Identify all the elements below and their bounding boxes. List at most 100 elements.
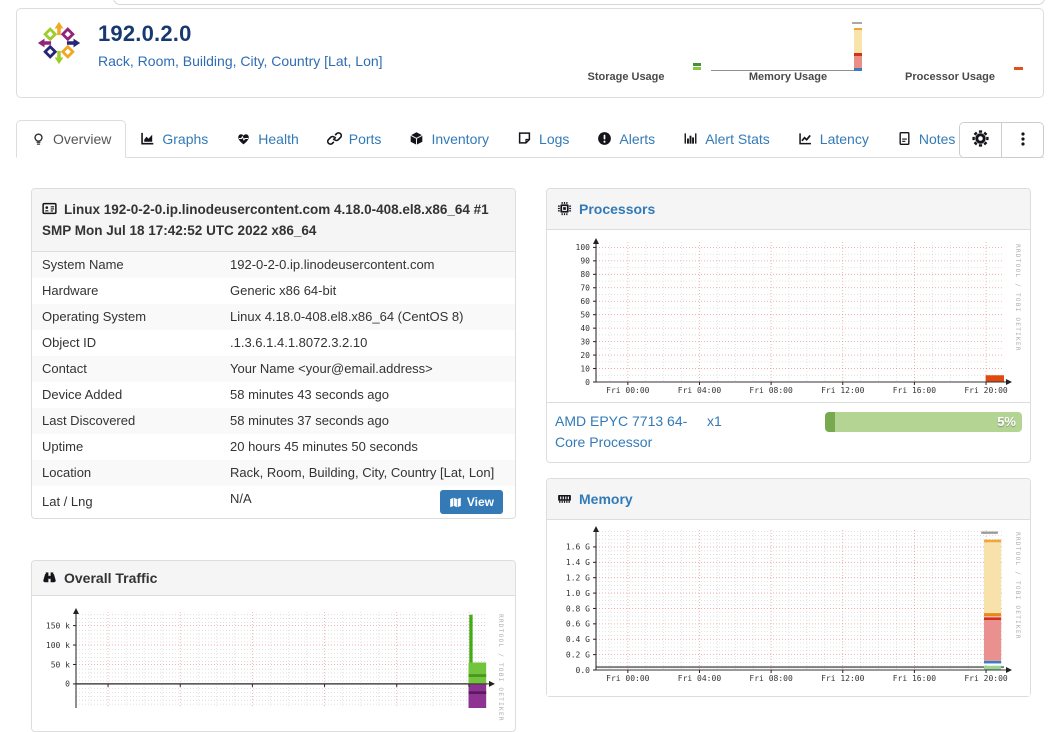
- tab-label: Notes: [918, 130, 956, 147]
- tab-label: Alerts: [619, 130, 656, 147]
- svg-text:Fri 04:00: Fri 04:00: [678, 386, 722, 395]
- processor-usage-minigraph-label[interactable]: Processor Usage: [905, 71, 995, 83]
- table-row: Device Added 58 minutes 43 seconds ago: [32, 382, 515, 408]
- tab-inventory[interactable]: Inventory: [395, 120, 503, 157]
- processors-header[interactable]: Processors: [547, 189, 1030, 230]
- map-icon: [449, 496, 462, 509]
- memory-minigraph-buffers: [854, 68, 862, 71]
- row-label: Location: [42, 465, 92, 480]
- tab-label: Logs: [539, 130, 570, 147]
- latency-icon: [798, 131, 813, 146]
- tab-notes[interactable]: Notes: [883, 120, 970, 157]
- svg-text:1.0 G: 1.0 G: [566, 589, 590, 598]
- svg-text:Fri 08:00: Fri 08:00: [749, 674, 793, 683]
- row-value: .1.3.6.1.4.1.8072.3.2.10: [230, 335, 368, 350]
- graphs-icon: [140, 131, 155, 146]
- memory-graph[interactable]: 0.0 0.2 G 0.4 G 0.6 G 0.8 G 1.0 G 1.2 G 1.4 G 1.…: [547, 520, 1030, 696]
- memory-title: Memory: [579, 491, 633, 507]
- tab-label: Latency: [819, 130, 869, 147]
- svg-text:90: 90: [580, 257, 590, 266]
- microchip-icon: [557, 201, 572, 216]
- address-card-icon: [42, 201, 57, 216]
- alerts-icon: [597, 131, 612, 146]
- binoculars-icon: [42, 570, 57, 585]
- row-label: Lat / Lng: [42, 494, 93, 509]
- svg-text:70: 70: [580, 284, 590, 293]
- storage-minigraph-bar: [693, 67, 701, 70]
- table-row: Lat / Lng View N/A: [32, 486, 515, 518]
- cpu-row: AMD EPYC 7713 64-Core Processor x1 5%: [547, 402, 1030, 462]
- svg-text:Fri 12:00: Fri 12:00: [821, 386, 865, 395]
- svg-text:0.4 G: 0.4 G: [566, 635, 590, 644]
- svg-text:50: 50: [580, 310, 590, 319]
- memory-graph-wrap: 0.0 0.2 G 0.4 G 0.6 G 0.8 G 1.0 G 1.2 G 1.4 G 1.…: [547, 520, 1030, 696]
- processors-graph[interactable]: 0 10 20 30 40 50 60 70 80 90 100 Fri 00:00 Fri 04:00…: [547, 230, 1030, 402]
- svg-text:0.8 G: 0.8 G: [566, 604, 590, 613]
- memory-icon: [557, 491, 572, 506]
- notes-icon: [897, 131, 912, 146]
- svg-text:Fri 04:00: Fri 04:00: [678, 674, 722, 683]
- device-settings-button[interactable]: [960, 123, 1001, 157]
- system-info-panel: Linux 192-0-2-0.ip.linodeusercontent.com…: [31, 188, 516, 519]
- cpu-usage-bar: 5%: [825, 412, 1022, 432]
- svg-text:RRDTOOL / TOBI OETIKER: RRDTOOL / TOBI OETIKER: [1014, 532, 1021, 640]
- tab-alerts[interactable]: Alerts: [583, 120, 669, 157]
- table-row: Uptime 20 hours 45 minutes 50 seconds: [32, 434, 515, 460]
- tab-label: Graphs: [162, 130, 209, 147]
- row-value: Your Name <your@email.address>: [230, 361, 433, 376]
- svg-text:100: 100: [576, 243, 591, 252]
- memory-header[interactable]: Memory: [547, 479, 1030, 520]
- gear-icon: [971, 129, 990, 151]
- logs-icon: [517, 131, 532, 146]
- overall-traffic-title: Overall Traffic: [64, 570, 158, 586]
- svg-text:0.6 G: 0.6 G: [566, 620, 590, 629]
- device-location[interactable]: Rack, Room, Building, City, Country [Lat…: [98, 53, 383, 69]
- svg-text:RRDTOOL / TOBI OETIKER: RRDTOOL / TOBI OETIKER: [497, 614, 504, 722]
- memory-panel: Memory 0.0 0.2 G 0.4 G 0.6 G 0.8 G 1.0 G 1.2 G…: [546, 478, 1031, 697]
- row-value: Linux 4.18.0-408.el8.x86_64 (CentOS 8): [230, 309, 464, 324]
- tab-ports[interactable]: Ports: [313, 120, 396, 157]
- svg-text:0.2 G: 0.2 G: [566, 650, 590, 659]
- tab-label: Ports: [348, 130, 382, 147]
- row-value: 192-0-2-0.ip.linodeusercontent.com: [230, 257, 435, 272]
- cpu-name-link[interactable]: AMD EPYC 7713 64-Core Processor: [555, 411, 707, 453]
- table-row: Contact Your Name <your@email.address>: [32, 356, 515, 382]
- device-tabbar: Overview Graphs Health Ports Inventory Logs Al…: [16, 120, 1044, 158]
- svg-text:30: 30: [580, 337, 590, 346]
- memory-usage-minigraph-label[interactable]: Memory Usage: [749, 71, 827, 83]
- svg-text:Fri 20:00: Fri 20:00: [964, 674, 1008, 683]
- processors-graph-wrap: 0 10 20 30 40 50 60 70 80 90 100 Fri 00:00 Fri 04:00…: [547, 230, 1030, 402]
- svg-text:1.2 G: 1.2 G: [566, 573, 590, 582]
- table-row: Last Discovered 58 minutes 37 seconds ago: [32, 408, 515, 434]
- overall-traffic-graph[interactable]: 0 50 k 100 k 150 k RRDTOOL / TOBI OETIKER: [32, 596, 515, 728]
- cpu-usage-percent: 5%: [997, 414, 1016, 429]
- svg-text:Fri 00:00: Fri 00:00: [606, 386, 650, 395]
- tab-label: Inventory: [431, 130, 490, 147]
- system-description: Linux 192-0-2-0.ip.linodeusercontent.com…: [42, 202, 489, 238]
- svg-text:100 k: 100 k: [46, 641, 70, 650]
- tab-logs[interactable]: Logs: [503, 120, 583, 157]
- tab-health[interactable]: Health: [222, 120, 312, 157]
- tab-graphs[interactable]: Graphs: [126, 120, 222, 157]
- cpu-usage-bar-fill: [825, 412, 835, 432]
- svg-text:RRDTOOL / TOBI OETIKER: RRDTOOL / TOBI OETIKER: [1014, 244, 1021, 352]
- svg-text:1.4 G: 1.4 G: [566, 558, 590, 567]
- overall-traffic-panel: Overall Traffic 0 50 k 100 k 150 k RRDTOOL /…: [31, 560, 516, 732]
- storage-usage-minigraph-label[interactable]: Storage Usage: [587, 71, 664, 83]
- ports-icon: [326, 131, 342, 146]
- tab-overview[interactable]: Overview: [16, 120, 127, 158]
- more-menu-button[interactable]: [1001, 123, 1043, 157]
- table-row: System Name 192-0-2-0.ip.linodeuserconten…: [32, 252, 515, 278]
- memory-minigraph-total-dash: [852, 22, 862, 24]
- view-location-button[interactable]: View: [439, 490, 503, 514]
- tab-latency[interactable]: Latency: [784, 120, 883, 157]
- tab-alert-stats[interactable]: Alert Stats: [669, 120, 784, 157]
- row-value: View N/A: [220, 486, 515, 518]
- svg-text:40: 40: [580, 324, 590, 333]
- svg-text:0: 0: [65, 680, 70, 689]
- centos-logo-icon: [37, 21, 81, 65]
- cpu-count: x1: [707, 413, 722, 429]
- table-row: Object ID .1.3.6.1.4.1.8072.3.2.10: [32, 330, 515, 356]
- health-icon: [236, 131, 251, 146]
- svg-text:0.0: 0.0: [576, 666, 591, 675]
